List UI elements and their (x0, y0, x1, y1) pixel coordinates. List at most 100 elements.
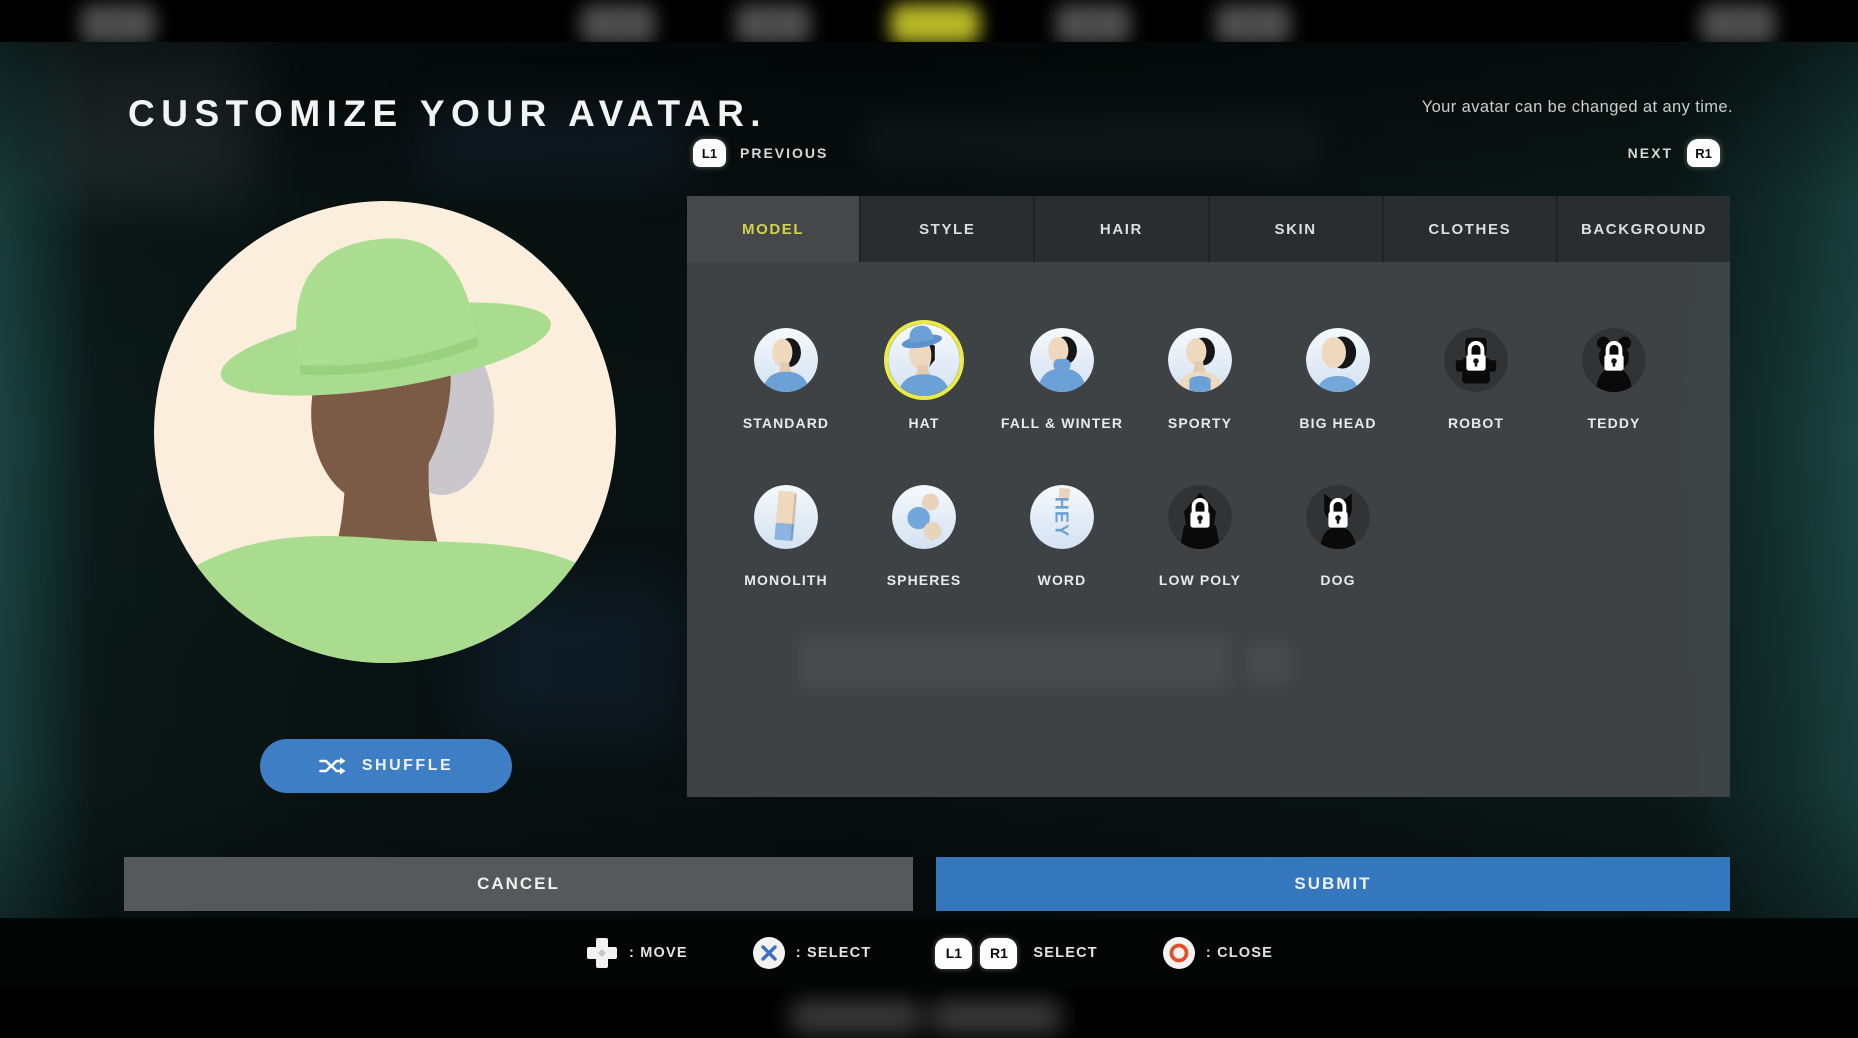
avatar-thumbnail (993, 312, 1131, 408)
l1-key-icon: L1 (693, 139, 726, 167)
avatar-option-low-poly[interactable]: LOW POLY (1131, 469, 1269, 626)
controller-hint-bar: : MOVE : SELECT L1 R1 SELECT : CLOSE (0, 918, 1858, 988)
locked-avatar-icon (1306, 485, 1370, 549)
avatar-preview-image (154, 201, 616, 663)
hint-label: SELECT (1033, 945, 1097, 961)
previous-label: PREVIOUS (740, 145, 828, 161)
locked-avatar-icon (1168, 485, 1232, 549)
tab-hair[interactable]: HAIR (1035, 196, 1209, 262)
hint-move: : MOVE (585, 936, 688, 970)
avatar-option-word[interactable]: HEY WORD (993, 469, 1131, 626)
avatar-thumbnail (1407, 312, 1545, 408)
avatar-icon (754, 328, 818, 392)
background-blur-artifact (735, 4, 811, 42)
tab-background[interactable]: BACKGROUND (1558, 196, 1730, 262)
background-blur-artifact (890, 4, 980, 42)
avatar-option-label: ROBOT (1448, 415, 1504, 431)
hint-label: : MOVE (629, 945, 688, 961)
avatar-thumbnail (1545, 312, 1683, 408)
background-blur-artifact (1055, 4, 1131, 42)
avatar-option-hat[interactable]: HAT (855, 312, 993, 469)
avatar-option-label: FALL & WINTER (1001, 415, 1123, 431)
model-selection-panel: STANDARD HAT FALL & WINTER SPORTY BIG HE… (687, 262, 1730, 797)
page-title: CUSTOMIZE YOUR AVATAR. (128, 93, 767, 135)
hint-label: : SELECT (796, 945, 872, 961)
shuffle-button[interactable]: SHUFFLE (260, 739, 512, 793)
avatar-option-label: TEDDY (1588, 415, 1641, 431)
avatar-model-grid: STANDARD HAT FALL & WINTER SPORTY BIG HE… (717, 312, 1683, 626)
tab-bar: MODELSTYLEHAIRSKINCLOTHESBACKGROUND (687, 196, 1730, 262)
cross-button-icon (752, 936, 786, 970)
hint-close: : CLOSE (1162, 936, 1273, 970)
avatar-thumbnail (717, 469, 855, 565)
avatar-option-label: SPHERES (887, 572, 962, 588)
submit-button[interactable]: SUBMIT (936, 857, 1730, 911)
avatar-icon (1030, 328, 1094, 392)
letterbox-top (0, 0, 1858, 42)
avatar-thumbnail (1269, 312, 1407, 408)
avatar-option-dog[interactable]: DOG (1269, 469, 1407, 626)
next-category-button[interactable]: NEXT R1 (1628, 139, 1720, 167)
letterbox-bottom (0, 988, 1858, 1038)
locked-avatar-icon (1444, 328, 1508, 392)
avatar-icon (1168, 328, 1232, 392)
avatar-thumbnail: HEY (993, 469, 1131, 565)
avatar-option-label: SPORTY (1168, 415, 1232, 431)
background-blur-artifact (790, 1000, 922, 1034)
avatar-option-big-head[interactable]: BIG HEAD (1269, 312, 1407, 469)
avatar-option-standard[interactable]: STANDARD (717, 312, 855, 469)
tab-model[interactable]: MODEL (687, 196, 861, 262)
avatar-thumbnail (1131, 469, 1269, 565)
background-blur-artifact (1245, 640, 1293, 686)
avatar-preview (154, 201, 616, 663)
l1-key-icon: L1 (935, 938, 972, 969)
avatar-thumbnail (1131, 312, 1269, 408)
avatar-option-monolith[interactable]: MONOLITH (717, 469, 855, 626)
background-blur-artifact (80, 4, 156, 42)
shoulder-keys-icon: L1 R1 (935, 938, 1017, 969)
avatar-option-label: MONOLITH (744, 572, 827, 588)
svg-text:HEY: HEY (1052, 497, 1072, 537)
avatar-option-sporty[interactable]: SPORTY (1131, 312, 1269, 469)
background-blur-artifact (580, 4, 656, 42)
avatar-thumbnail (855, 312, 993, 408)
avatar-option-label: HAT (908, 415, 939, 431)
avatar-thumbnail (855, 469, 993, 565)
avatar-icon (884, 320, 964, 400)
avatar-option-teddy[interactable]: TEDDY (1545, 312, 1683, 469)
avatar-option-label: DOG (1320, 572, 1355, 588)
background-blur-artifact (797, 634, 1232, 690)
cancel-button[interactable]: CANCEL (124, 857, 913, 911)
dpad-icon (585, 936, 619, 970)
shuffle-icon (319, 756, 346, 776)
avatar-icon (892, 485, 956, 549)
background-blur-artifact (1700, 4, 1776, 42)
tab-clothes[interactable]: CLOTHES (1384, 196, 1558, 262)
avatar-icon (754, 485, 818, 549)
avatar-icon: HEY (1030, 485, 1094, 549)
avatar-change-note: Your avatar can be changed at any time. (1422, 98, 1733, 117)
avatar-option-label: STANDARD (743, 415, 829, 431)
avatar-option-label: WORD (1038, 572, 1087, 588)
avatar-option-spheres[interactable]: SPHERES (855, 469, 993, 626)
background-blur-artifact (860, 112, 1320, 168)
background-blur-artifact (930, 1000, 1062, 1034)
screen: CUSTOMIZE YOUR AVATAR. Your avatar can b… (0, 0, 1858, 1038)
previous-category-button[interactable]: L1 PREVIOUS (693, 139, 828, 167)
hint-label: : CLOSE (1206, 945, 1273, 961)
avatar-option-label: LOW POLY (1159, 572, 1241, 588)
circle-button-icon (1162, 936, 1196, 970)
hint-select: : SELECT (752, 936, 872, 970)
tab-skin[interactable]: SKIN (1210, 196, 1384, 262)
r1-key-icon: R1 (980, 938, 1017, 969)
avatar-option-label: BIG HEAD (1299, 415, 1376, 431)
avatar-icon (1306, 328, 1370, 392)
tab-style[interactable]: STYLE (861, 196, 1035, 262)
hint-select: L1 R1 SELECT (935, 938, 1097, 969)
locked-avatar-icon (1582, 328, 1646, 392)
avatar-thumbnail (1269, 469, 1407, 565)
r1-key-icon: R1 (1687, 139, 1720, 167)
avatar-option-fall-winter[interactable]: FALL & WINTER (993, 312, 1131, 469)
avatar-option-robot[interactable]: ROBOT (1407, 312, 1545, 469)
background-blur-artifact (1215, 4, 1291, 42)
